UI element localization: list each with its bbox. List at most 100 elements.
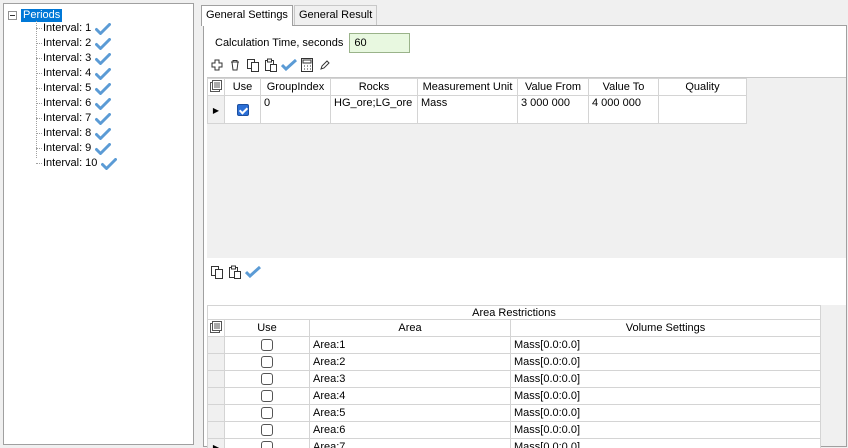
table-row[interactable]: Area:6 Mass[0.0:0.0] <box>207 421 821 439</box>
tree-item-label[interactable]: Interval: 9 <box>43 141 91 156</box>
area-cell[interactable]: Area:5 <box>309 404 511 422</box>
paste-icon[interactable] <box>227 264 243 280</box>
row-header[interactable] <box>207 421 225 439</box>
tree-item-interval[interactable]: Interval: 3 <box>36 51 112 66</box>
table-row[interactable]: Area:2 Mass[0.0:0.0] <box>207 353 821 371</box>
tree-item-label[interactable]: Interval: 5 <box>43 81 91 96</box>
table-row[interactable]: ▶ Area:7 Mass[0.0:0.0] <box>207 438 821 448</box>
column-header-rocks[interactable]: Rocks <box>330 78 418 96</box>
tree-item-label[interactable]: Interval: 8 <box>43 126 91 141</box>
area-cell[interactable]: Area:1 <box>309 336 511 354</box>
tree-item-interval[interactable]: Interval: 5 <box>36 81 112 96</box>
use-checkbox[interactable] <box>236 103 249 116</box>
check-all-icon[interactable] <box>245 264 261 280</box>
paste-icon[interactable] <box>263 57 279 73</box>
tree-item-label[interactable]: Interval: 3 <box>43 51 91 66</box>
table-row[interactable]: Area:5 Mass[0.0:0.0] <box>207 404 821 422</box>
current-row-indicator[interactable]: ▶ <box>207 95 225 124</box>
collapse-icon[interactable] <box>8 11 17 20</box>
area-cell[interactable]: Area:6 <box>309 421 511 439</box>
groupindex-cell[interactable]: 0 <box>260 95 331 124</box>
area-cell[interactable]: Area:4 <box>309 387 511 405</box>
tree-item-label[interactable]: Interval: 10 <box>43 156 97 171</box>
tree-item-label[interactable]: Interval: 7 <box>43 111 91 126</box>
tree-item-label[interactable]: Interval: 4 <box>43 66 91 81</box>
column-header-use[interactable]: Use <box>224 78 261 96</box>
use-cell[interactable] <box>224 370 310 388</box>
use-cell[interactable] <box>224 404 310 422</box>
area-cell[interactable]: Area:2 <box>309 353 511 371</box>
use-checkbox[interactable] <box>261 356 273 369</box>
use-checkbox[interactable] <box>261 441 273 448</box>
row-header[interactable]: ▶ <box>207 438 225 448</box>
use-cell[interactable] <box>224 421 310 439</box>
measurement-unit-cell[interactable]: Mass <box>417 95 518 124</box>
add-icon[interactable] <box>209 57 225 73</box>
edit-icon[interactable] <box>317 57 333 73</box>
use-cell[interactable] <box>224 95 261 124</box>
value-to-cell[interactable]: 4 000 000 <box>588 95 659 124</box>
row-header[interactable] <box>207 336 225 354</box>
tree-item-label[interactable]: Interval: 1 <box>43 21 91 36</box>
column-header-measurement-unit[interactable]: Measurement Unit <box>417 78 518 96</box>
row-header[interactable] <box>207 370 225 388</box>
use-checkbox[interactable] <box>261 424 273 437</box>
volume-settings-cell[interactable]: Mass[0.0:0.0] <box>510 421 821 439</box>
use-cell[interactable] <box>224 438 310 448</box>
column-header-groupindex[interactable]: GroupIndex <box>260 78 331 96</box>
tree-item-interval[interactable]: Interval: 8 <box>36 126 112 141</box>
tree-item-interval[interactable]: Interval: 9 <box>36 141 112 156</box>
copy-icon[interactable] <box>209 264 225 280</box>
use-cell[interactable] <box>224 336 310 354</box>
tab-general-settings[interactable]: General Settings <box>201 5 293 26</box>
tree-item-interval[interactable]: Interval: 6 <box>36 96 112 111</box>
volume-settings-cell[interactable]: Mass[0.0:0.0] <box>510 387 821 405</box>
table-row[interactable]: Area:1 Mass[0.0:0.0] <box>207 336 821 354</box>
volume-settings-cell[interactable]: Mass[0.0:0.0] <box>510 404 821 422</box>
area-cell[interactable]: Area:7 <box>309 438 511 448</box>
column-header-use[interactable]: Use <box>224 319 310 337</box>
select-all-icon[interactable] <box>207 319 225 337</box>
volume-settings-cell[interactable]: Mass[0.0:0.0] <box>510 438 821 448</box>
column-header-quality[interactable]: Quality <box>658 78 747 96</box>
check-all-icon[interactable] <box>281 57 297 73</box>
use-cell[interactable] <box>224 353 310 371</box>
select-all-icon[interactable] <box>207 78 225 96</box>
table-row[interactable]: ▶ 0 HG_ore;LG_ore Mass 3 000 000 4 000 0… <box>207 95 747 124</box>
column-header-value-from[interactable]: Value From <box>517 78 589 96</box>
volume-settings-cell[interactable]: Mass[0.0:0.0] <box>510 370 821 388</box>
volume-settings-cell[interactable]: Mass[0.0:0.0] <box>510 336 821 354</box>
value-from-cell[interactable]: 3 000 000 <box>517 95 589 124</box>
quality-cell[interactable] <box>658 95 747 124</box>
delete-icon[interactable] <box>227 57 243 73</box>
use-checkbox[interactable] <box>261 390 273 403</box>
row-header[interactable] <box>207 353 225 371</box>
use-checkbox[interactable] <box>261 373 273 386</box>
use-checkbox[interactable] <box>261 339 273 352</box>
volume-settings-cell[interactable]: Mass[0.0:0.0] <box>510 353 821 371</box>
rocks-cell[interactable]: HG_ore;LG_ore <box>330 95 418 124</box>
column-header-value-to[interactable]: Value To <box>588 78 659 96</box>
tree-item-interval[interactable]: Interval: 2 <box>36 36 112 51</box>
row-header[interactable] <box>207 387 225 405</box>
tree-connector <box>36 118 42 119</box>
calculator-icon[interactable] <box>299 57 315 73</box>
tree-item-label[interactable]: Interval: 2 <box>43 36 91 51</box>
tab-general-result[interactable]: General Result <box>293 5 378 25</box>
calc-time-input[interactable] <box>349 33 411 53</box>
tree-item-interval[interactable]: Interval: 7 <box>36 111 112 126</box>
copy-icon[interactable] <box>245 57 261 73</box>
tree-item-interval[interactable]: Interval: 1 <box>36 21 112 36</box>
table-row[interactable]: Area:4 Mass[0.0:0.0] <box>207 387 821 405</box>
area-cell[interactable]: Area:3 <box>309 370 511 388</box>
periods-tree[interactable]: Periods Interval: 1 Interval: 2 Interval: … <box>3 3 194 445</box>
tree-item-interval[interactable]: Interval: 10 <box>36 156 118 171</box>
row-header[interactable] <box>207 404 225 422</box>
table-row[interactable]: Area:3 Mass[0.0:0.0] <box>207 370 821 388</box>
column-header-area[interactable]: Area <box>309 319 511 337</box>
tree-item-label[interactable]: Interval: 6 <box>43 96 91 111</box>
column-header-volume-settings[interactable]: Volume Settings <box>510 319 821 337</box>
use-cell[interactable] <box>224 387 310 405</box>
use-checkbox[interactable] <box>261 407 273 420</box>
tree-item-interval[interactable]: Interval: 4 <box>36 66 112 81</box>
